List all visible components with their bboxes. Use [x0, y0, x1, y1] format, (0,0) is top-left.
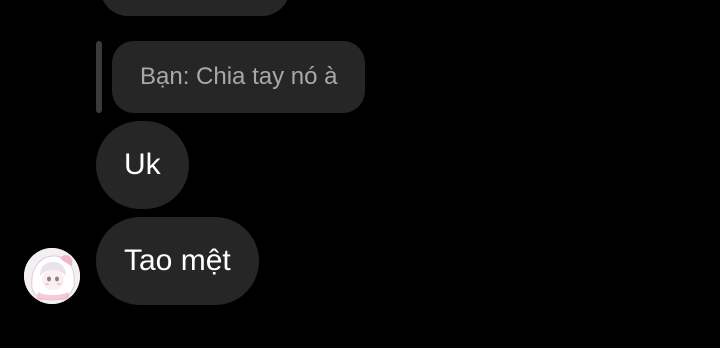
- previous-message-bubble[interactable]: [100, 0, 290, 16]
- reply-indicator-bar: [96, 41, 102, 113]
- replied-message-text: Bạn: Chia tay nó à: [140, 63, 338, 90]
- message-text: Uk: [124, 148, 161, 181]
- message-bubble[interactable]: Tao mệt: [96, 217, 259, 305]
- sender-avatar[interactable]: [24, 248, 80, 304]
- message-bubble[interactable]: Uk: [96, 121, 189, 209]
- chat-thread: Bạn: Chia tay nó à Uk Tao mệt: [0, 0, 720, 348]
- message-text: Tao mệt: [124, 244, 231, 277]
- anime-avatar-icon: [24, 248, 80, 304]
- replied-message-bubble[interactable]: Bạn: Chia tay nó à: [112, 41, 366, 113]
